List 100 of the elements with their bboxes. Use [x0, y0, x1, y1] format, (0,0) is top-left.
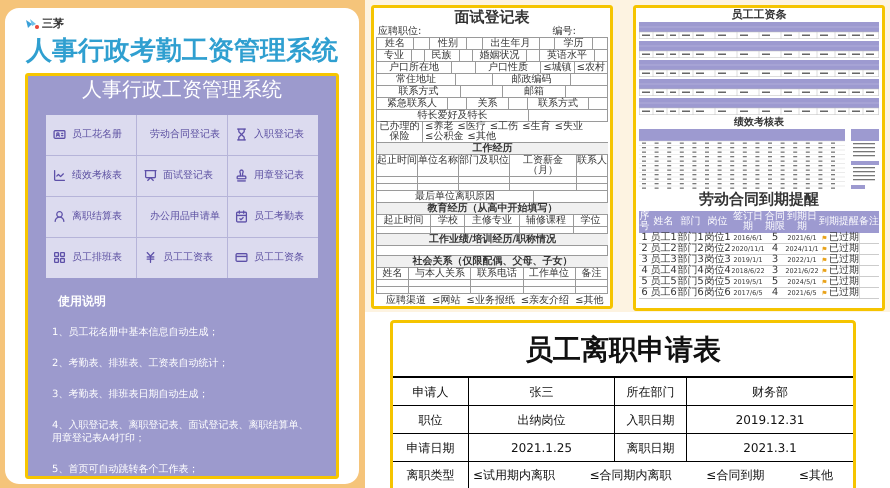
hourglass-icon — [235, 128, 248, 141]
section-heading: 工作业绩/培训经历/职称情况 — [377, 234, 608, 246]
form-label: 邮箱 — [502, 86, 566, 97]
yen-icon — [144, 251, 157, 264]
menu-tile[interactable]: 离职结算表 — [46, 196, 136, 236]
page-title: 人事行政考勤工资管理系统 — [25, 34, 339, 66]
checkbox-option[interactable]: ≤城镇 — [541, 62, 575, 73]
grid-icon — [53, 251, 66, 264]
slip-title: 员工工资条 — [730, 8, 788, 22]
checkbox-option[interactable]: ≤公积金 — [425, 132, 464, 142]
checkbox-option[interactable]: ≤失业 — [554, 122, 583, 132]
form-label: 应聘渠道 — [386, 296, 426, 306]
table-cell-text: 4 — [640, 266, 649, 276]
form-label: 性别 — [430, 38, 468, 49]
presenter-icon — [144, 169, 157, 182]
form-label: 申请日期 — [393, 434, 469, 461]
form-label: 特长爱好及特长 — [377, 110, 528, 121]
table-cell-text: 4 — [770, 288, 780, 298]
form-value: 张三 — [469, 378, 615, 405]
column-heading: 合同期限 — [765, 211, 785, 232]
table-cell: 已过期 — [829, 288, 859, 298]
checkbox-option[interactable]: ≤其他 — [575, 296, 604, 306]
menu-tile[interactable]: 办公用品申请单 — [137, 196, 227, 236]
menu-tile[interactable]: 员工排班表 — [46, 238, 136, 278]
menu-tile[interactable]: 员工考勤表 — [228, 196, 318, 236]
table-cell-text: 2 — [640, 244, 649, 254]
checkbox-option[interactable]: ≤试用期内离职 — [473, 466, 556, 484]
table-cell: 岗位5 — [704, 277, 731, 287]
form-label: 编号: — [552, 26, 576, 37]
instruction-line: 1、员工花名册中基本信息自动生成； — [52, 326, 220, 338]
table-cell: 部门2 — [677, 244, 704, 254]
table-cell: 岗位1 — [704, 233, 731, 243]
checkbox-option[interactable]: ≤农村 — [574, 62, 608, 73]
form-label: 离职类型 — [393, 462, 469, 488]
table-cell-text: 6 — [640, 288, 649, 298]
flag-icon — [822, 268, 827, 274]
form-label: 最后单位离职原因 — [377, 191, 534, 202]
form-value: 2019.12.31 — [734, 412, 806, 428]
form-label: 职位 — [393, 406, 469, 433]
form-label: 邮政编码 — [492, 74, 572, 85]
menu-tile[interactable]: 员工工资条 — [228, 238, 318, 278]
table-cell: 岗位6 — [704, 288, 731, 298]
menu-tile[interactable]: 用章登记表 — [228, 156, 318, 196]
flag-icon — [822, 257, 827, 263]
table-cell-text: 4 — [770, 244, 780, 254]
column-heading: 部门及职位 — [459, 155, 510, 177]
menu-tile[interactable]: 员工工资表 — [137, 238, 227, 278]
form-label: 关系 — [467, 98, 509, 109]
checkbox-option[interactable]: ≤工伤 — [490, 122, 518, 132]
menu-tile[interactable]: 面试登记表 — [137, 156, 227, 196]
table-cell: 部门1 — [677, 233, 704, 243]
table-cell: 员工5 — [650, 277, 677, 287]
form-label: 联系方式 — [528, 98, 589, 109]
checkbox-option[interactable]: ≤养老 — [425, 122, 454, 132]
menu-tile[interactable]: 绩效考核表 — [46, 156, 136, 196]
table-cell: 已过期 — [829, 233, 859, 243]
checkbox-option[interactable]: ≤业务报纸 — [466, 296, 515, 306]
menu-tile[interactable]: 员工花名册 — [46, 114, 136, 154]
form-value: 2021.1.25 — [469, 434, 615, 461]
form-title: 面试登记表 — [454, 8, 530, 26]
form-label: 专业 — [377, 50, 412, 61]
table-cell-text: 5 — [770, 233, 780, 243]
column-heading: 起止时间 — [377, 155, 418, 177]
checkbox-option[interactable]: ≤其他 — [467, 132, 496, 142]
logo-text: 三茅 — [42, 16, 64, 32]
checkbox-option[interactable]: ≤医疗 — [457, 122, 486, 132]
checkbox-option[interactable]: ≤网站 — [432, 296, 460, 306]
table-title: 劳动合同到期提醒 — [698, 191, 820, 210]
column-heading: 与本人关系 — [409, 268, 472, 280]
instructions-title: 使用说明 — [58, 292, 107, 310]
column-heading: 到期日期 — [786, 211, 818, 233]
checkbox-option[interactable]: ≤合同到期 — [706, 466, 764, 484]
table-cell-text: 5 — [640, 277, 649, 287]
instruction-line: 3、考勤表、排班表日期自动生成； — [52, 388, 210, 400]
column-heading: 主修专业 — [465, 215, 520, 227]
menu-tile[interactable]: 入职登记表 — [228, 114, 318, 154]
instruction-line: 2、考勤表、排班表、工资表自动统计； — [52, 356, 230, 370]
column-heading: 联系电话 — [471, 268, 524, 280]
table-cell: 部门4 — [677, 266, 704, 276]
table-cell: 员工6 — [650, 288, 677, 298]
column-heading: 部门 — [680, 216, 702, 228]
form-label: 户口性质 — [476, 62, 542, 73]
table-cell-text: 1 — [640, 233, 649, 243]
flag-icon — [822, 279, 827, 285]
checkbox-option[interactable]: ≤其他 — [798, 466, 833, 484]
id-card-icon — [53, 128, 66, 141]
section-heading: 工作经历 — [377, 143, 608, 155]
checkbox-option[interactable]: ≤亲友介绍 — [520, 296, 570, 306]
card-icon — [235, 251, 248, 264]
menu-tile[interactable]: 劳动合同登记表 — [137, 114, 227, 154]
table-cell: 岗位4 — [704, 266, 731, 276]
checkbox-option[interactable]: ≤合同期内离职 — [590, 466, 672, 484]
table-cell: 部门3 — [677, 255, 704, 265]
checkbox-option[interactable]: ≤生育 — [522, 122, 551, 132]
table-cell: 已过期 — [829, 244, 859, 254]
table-cell: 员工4 — [650, 266, 677, 276]
instruction-line: 5、首页可自动跳转各个工作表； — [52, 462, 200, 476]
form-label: 紧急联系人 — [377, 98, 448, 109]
instruction-line: 4、入职登记表、离职登记表、面试登记表、离职结算单、用章登记表A4打印； — [52, 418, 310, 444]
calendar-check-icon — [235, 210, 248, 223]
